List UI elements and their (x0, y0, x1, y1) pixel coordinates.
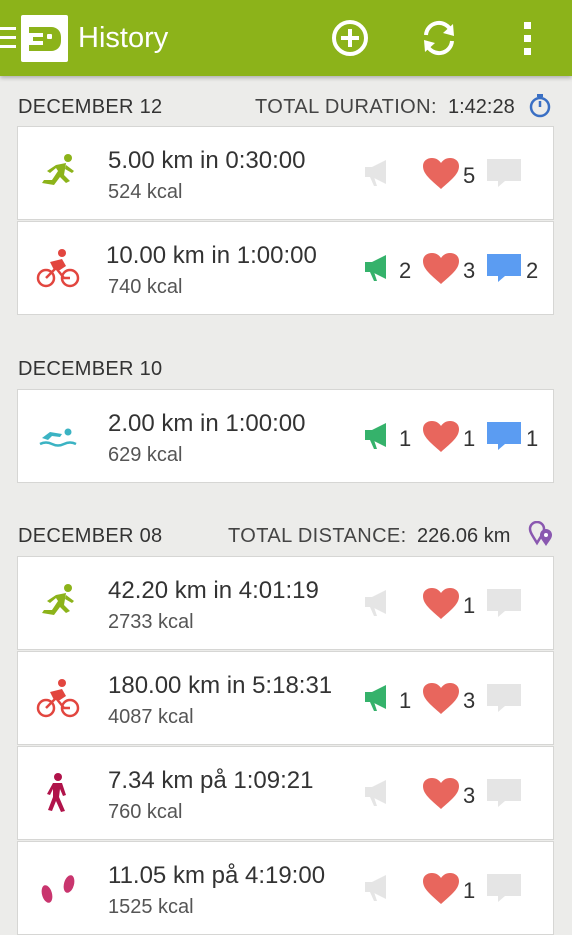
app-bar: History (0, 0, 572, 76)
workout-card[interactable]: 11.05 km på 4:19:00 1525 kcal 1 (17, 841, 554, 935)
app-logo[interactable] (21, 15, 68, 62)
comment-icon[interactable] (485, 252, 523, 284)
workout-card[interactable]: 180.00 km in 5:18:31 4087 kcal 1 3 (17, 651, 554, 745)
page-title: History (78, 22, 169, 54)
comment-icon[interactable] (485, 420, 523, 452)
swimming-icon (36, 416, 80, 456)
workout-kcal: 760 kcal (108, 801, 183, 823)
peptalk-icon[interactable] (362, 777, 392, 807)
cycling-icon (36, 678, 80, 718)
workout-kcal: 524 kcal (108, 181, 183, 203)
peptalk-icon[interactable] (362, 682, 392, 712)
cycling-icon (36, 248, 80, 288)
walking-icon (36, 773, 80, 813)
day-date: DECEMBER 08 (18, 525, 163, 547)
workout-title: 180.00 km in 5:18:31 (108, 672, 333, 699)
workout-card[interactable]: 5.00 km in 0:30:00 524 kcal 5 (17, 126, 554, 220)
workout-title: 7.34 km på 1:09:21 (108, 767, 314, 794)
sync-icon (424, 20, 454, 56)
workout-title: 42.20 km in 4:01:19 (108, 577, 319, 604)
total-label: TOTAL DISTANCE: (228, 525, 407, 547)
more-icon (524, 22, 531, 55)
total-value: 1:42:28 (448, 96, 515, 118)
stopwatch-icon (527, 92, 553, 118)
hiking-icon (36, 868, 80, 908)
like-icon[interactable] (422, 157, 460, 191)
day-date: DECEMBER 12 (18, 96, 163, 118)
like-count: 3 (463, 258, 476, 283)
comment-count: 2 (526, 258, 539, 283)
running-icon (36, 583, 80, 623)
like-icon[interactable] (422, 420, 460, 454)
workout-card[interactable]: 2.00 km in 1:00:00 629 kcal 1 1 1 (17, 389, 554, 483)
running-icon (36, 153, 80, 193)
workout-kcal: 629 kcal (108, 444, 183, 466)
like-count: 1 (463, 878, 476, 903)
like-icon[interactable] (422, 587, 460, 621)
like-count: 1 (463, 593, 476, 618)
peptalk-count: 2 (399, 258, 412, 283)
day-date: DECEMBER 10 (18, 358, 163, 380)
comment-icon[interactable] (485, 682, 523, 714)
peptalk-count: 1 (399, 688, 412, 713)
workout-kcal: 4087 kcal (108, 706, 194, 728)
peptalk-icon[interactable] (362, 872, 392, 902)
workout-card[interactable]: 7.34 km på 1:09:21 760 kcal 3 (17, 746, 554, 840)
workout-card[interactable]: 10.00 km in 1:00:00 740 kcal 2 3 2 (17, 221, 554, 315)
workout-card[interactable]: 42.20 km in 4:01:19 2733 kcal 1 (17, 556, 554, 650)
peptalk-count: 1 (399, 426, 412, 451)
workout-title: 11.05 km på 4:19:00 (108, 862, 326, 889)
comment-icon[interactable] (485, 157, 523, 189)
workout-title: 5.00 km in 0:30:00 (108, 147, 306, 174)
more-options-button[interactable] (506, 16, 550, 60)
peptalk-icon[interactable] (362, 587, 392, 617)
workout-kcal: 1525 kcal (108, 896, 194, 918)
like-icon[interactable] (422, 872, 460, 906)
map-pins-icon (528, 520, 554, 547)
day-header: DECEMBER 10 (18, 352, 556, 382)
day-header: DECEMBER 08 TOTAL DISTANCE: 226.06 km (18, 519, 556, 549)
peptalk-icon[interactable] (362, 252, 392, 282)
workout-kcal: 740 kcal (108, 276, 183, 298)
like-icon[interactable] (422, 252, 460, 286)
total-value: 226.06 km (417, 525, 511, 547)
like-count: 3 (463, 783, 476, 808)
comment-icon[interactable] (485, 777, 523, 809)
like-count: 3 (463, 688, 476, 713)
like-count: 5 (463, 163, 476, 188)
sync-button[interactable] (417, 16, 461, 60)
like-icon[interactable] (422, 682, 460, 716)
comment-count: 1 (526, 426, 539, 451)
like-count: 1 (463, 426, 476, 451)
workout-kcal: 2733 kcal (108, 611, 194, 633)
comment-icon[interactable] (485, 872, 523, 904)
peptalk-icon[interactable] (362, 420, 392, 450)
menu-icon[interactable] (0, 27, 16, 51)
like-icon[interactable] (422, 777, 460, 811)
workout-title: 10.00 km in 1:00:00 (106, 242, 317, 269)
add-workout-button[interactable] (328, 16, 372, 60)
peptalk-icon[interactable] (362, 157, 392, 187)
total-label: TOTAL DURATION: (255, 96, 437, 118)
add-icon (332, 20, 368, 56)
comment-icon[interactable] (485, 587, 523, 619)
workout-title: 2.00 km in 1:00:00 (108, 410, 306, 437)
day-header: DECEMBER 12 TOTAL DURATION: 1:42:28 (18, 90, 556, 120)
